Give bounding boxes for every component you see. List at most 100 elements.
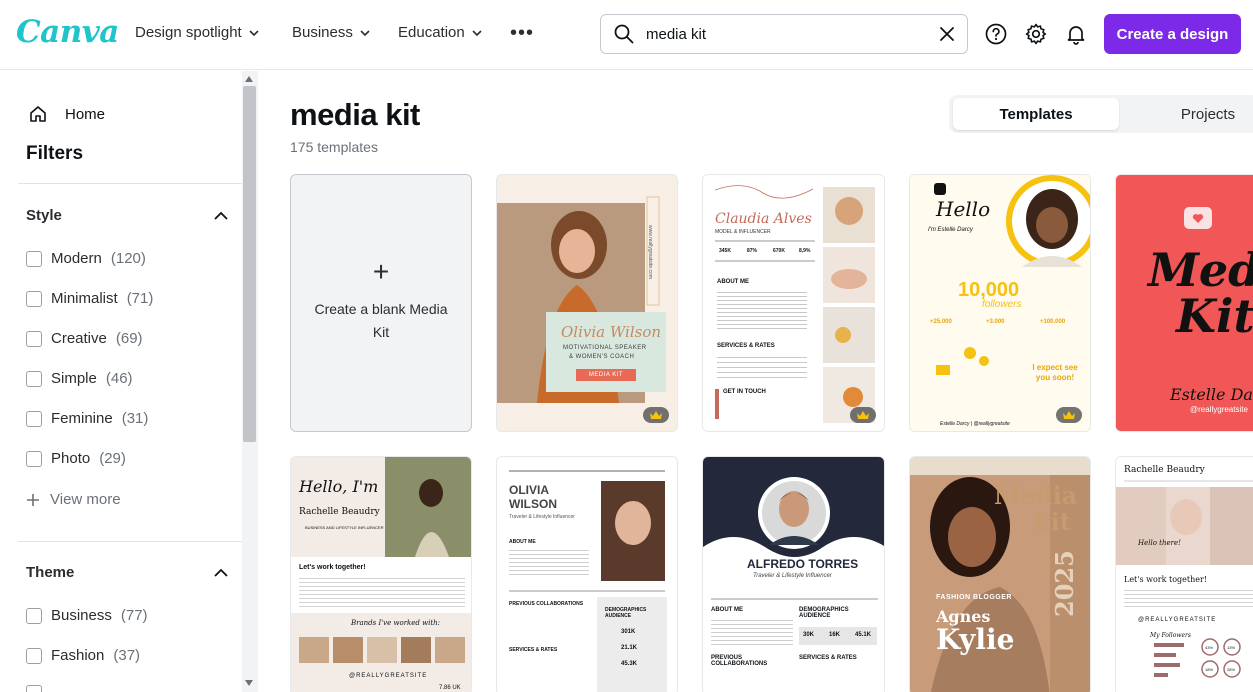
filter-partial[interactable] bbox=[26, 685, 42, 692]
filter-fashion[interactable]: Fashion (37) bbox=[26, 647, 140, 664]
close-icon[interactable] bbox=[939, 26, 955, 42]
card-stat: 30K bbox=[803, 632, 815, 638]
nav-business[interactable]: Business bbox=[292, 24, 371, 41]
filter-label: Photo bbox=[51, 450, 91, 467]
filter-count: (77) bbox=[120, 607, 148, 624]
create-design-button[interactable]: Create a design bbox=[1104, 14, 1241, 54]
card-name: Olivia Wilson bbox=[561, 323, 662, 341]
card-stat: 87% bbox=[747, 248, 758, 254]
card-name: Claudia Alves bbox=[715, 211, 812, 227]
filter-modern[interactable]: Modern (120) bbox=[26, 250, 146, 267]
checkbox[interactable] bbox=[26, 370, 42, 387]
filter-count: (29) bbox=[99, 450, 126, 467]
scroll-down-icon[interactable] bbox=[245, 680, 253, 686]
card-hello: Hello there! bbox=[1138, 539, 1181, 547]
chevron-up-icon[interactable] bbox=[212, 207, 230, 225]
checkbox[interactable] bbox=[26, 647, 42, 664]
checkbox[interactable] bbox=[26, 330, 42, 347]
template-card[interactable]: ALFREDO TORRES Traveler & Lifestyle Infl… bbox=[702, 456, 885, 692]
card-heading: DEMOGRAPHICS AUDIENCE bbox=[605, 607, 647, 619]
card-name: Rachelle Beaudry bbox=[1124, 465, 1205, 475]
card-title: Media bbox=[1148, 243, 1253, 297]
crown-icon bbox=[650, 411, 662, 419]
card-heading: ABOUT ME bbox=[717, 279, 749, 285]
nav-design-spotlight[interactable]: Design spotlight bbox=[135, 24, 260, 41]
card-stat: 670K bbox=[773, 248, 785, 254]
search-box[interactable]: media kit bbox=[600, 14, 968, 54]
filter-count: (71) bbox=[126, 290, 154, 307]
scrollbar-thumb[interactable] bbox=[243, 86, 256, 442]
filter-simple[interactable]: Simple (46) bbox=[26, 370, 133, 387]
filters-sidebar: Home Filters Style Modern (120) Minimalis… bbox=[0, 71, 258, 692]
text-lines bbox=[299, 575, 465, 607]
checkbox[interactable] bbox=[26, 607, 42, 624]
filter-feminine[interactable]: Feminine (31) bbox=[26, 410, 148, 427]
template-card[interactable]: Media Kit Estelle Darcy @reallygreatsite bbox=[1115, 174, 1253, 432]
template-card[interactable]: Rachelle Beaudry Hello there! Let's work… bbox=[1115, 456, 1253, 692]
create-blank-card[interactable]: + Create a blank Media Kit bbox=[290, 174, 472, 432]
card-handle: @reallygreatsite bbox=[1190, 405, 1248, 414]
filter-minimalist[interactable]: Minimalist (71) bbox=[26, 290, 153, 307]
style-section-title[interactable]: Style bbox=[26, 207, 62, 224]
filter-business[interactable]: Business (77) bbox=[26, 607, 148, 624]
text-lines bbox=[711, 617, 793, 647]
divider bbox=[18, 541, 242, 542]
card-stat: +25.000 bbox=[930, 319, 952, 325]
template-card[interactable]: Hello, I'm Rachelle Beaudry BUSINESS AND… bbox=[290, 456, 472, 692]
template-card[interactable]: Media kit FASHION BLOGGER Agnes Kylie 20… bbox=[909, 456, 1091, 692]
card-handle: @REALLYGREATSITE bbox=[349, 673, 428, 679]
template-card[interactable]: Hello I'm Estelle Darcy 10,000 followers… bbox=[909, 174, 1091, 432]
card-hello: Hello, I'm bbox=[299, 477, 379, 496]
filter-label: Minimalist bbox=[51, 290, 118, 307]
card-heading: SERVICES & RATES bbox=[717, 343, 775, 349]
card-heading: DEMOGRAPHICS AUDIENCE bbox=[799, 607, 849, 619]
filter-label: Creative bbox=[51, 330, 107, 347]
card-stat: 45.3K bbox=[621, 661, 638, 667]
template-card[interactable]: OLIVIA WILSON Traveler & Lifestyle Influ… bbox=[496, 456, 678, 692]
card-tag: FASHION BLOGGER bbox=[936, 594, 1012, 601]
filter-creative[interactable]: Creative (69) bbox=[26, 330, 143, 347]
canva-logo[interactable]: Canva bbox=[16, 14, 119, 50]
filter-label: Business bbox=[51, 607, 112, 624]
template-preview bbox=[497, 175, 677, 431]
tab-projects[interactable]: Projects bbox=[1133, 98, 1253, 130]
card-heading: ABOUT ME bbox=[509, 539, 536, 545]
card-brands: Brands I've worked with: bbox=[351, 619, 441, 627]
card-title: Media bbox=[994, 481, 1078, 510]
page-title: media kit bbox=[290, 97, 420, 132]
theme-section-title[interactable]: Theme bbox=[26, 564, 74, 581]
card-heading: PREVIOUS COLLABORATIONS bbox=[711, 655, 768, 667]
chevron-up-icon[interactable] bbox=[212, 564, 230, 582]
card-stat: 301K bbox=[621, 629, 636, 635]
checkbox[interactable] bbox=[26, 450, 42, 467]
create-blank-label: Create a blank Media Kit bbox=[314, 301, 448, 340]
checkbox[interactable] bbox=[26, 685, 42, 692]
sidebar-item-home[interactable]: Home bbox=[28, 104, 105, 124]
bell-icon[interactable] bbox=[1064, 22, 1088, 46]
filter-count: (69) bbox=[115, 330, 143, 347]
more-horizontal-icon[interactable]: ••• bbox=[510, 22, 534, 45]
nav-education[interactable]: Education bbox=[398, 24, 483, 41]
card-name: ALFREDO TORRES bbox=[747, 557, 859, 571]
view-more-button[interactable]: View more bbox=[26, 491, 121, 508]
card-year: 2025 bbox=[1050, 550, 1079, 617]
scroll-up-icon[interactable] bbox=[245, 76, 253, 82]
help-icon[interactable] bbox=[984, 22, 1008, 46]
template-card[interactable]: Olivia Wilson MOTIVATIONAL SPEAKER & WOM… bbox=[496, 174, 678, 432]
search-input[interactable]: media kit bbox=[646, 26, 939, 43]
card-role: & WOMEN'S COACH bbox=[569, 354, 635, 360]
gear-icon[interactable] bbox=[1024, 22, 1048, 46]
checkbox[interactable] bbox=[26, 290, 42, 307]
checkbox[interactable] bbox=[26, 410, 42, 427]
card-cta: I expect see you soon! bbox=[1032, 363, 1078, 382]
card-heading: PREVIOUS COLLABORATIONS bbox=[509, 601, 584, 607]
checkbox[interactable] bbox=[26, 250, 42, 267]
filter-photo[interactable]: Photo (29) bbox=[26, 450, 126, 467]
card-tag: MEDIA KIT bbox=[576, 369, 636, 381]
card-sub: BUSINESS AND LIFESTYLE INFLUENCER bbox=[305, 525, 384, 530]
card-stat: 7.86 UK bbox=[439, 685, 461, 691]
template-card[interactable]: Claudia Alves MODEL & INFLUENCER 345K 87… bbox=[702, 174, 885, 432]
crown-icon bbox=[1063, 411, 1075, 419]
tab-templates[interactable]: Templates bbox=[953, 98, 1119, 130]
card-cta: Let's work together! bbox=[1124, 575, 1208, 584]
